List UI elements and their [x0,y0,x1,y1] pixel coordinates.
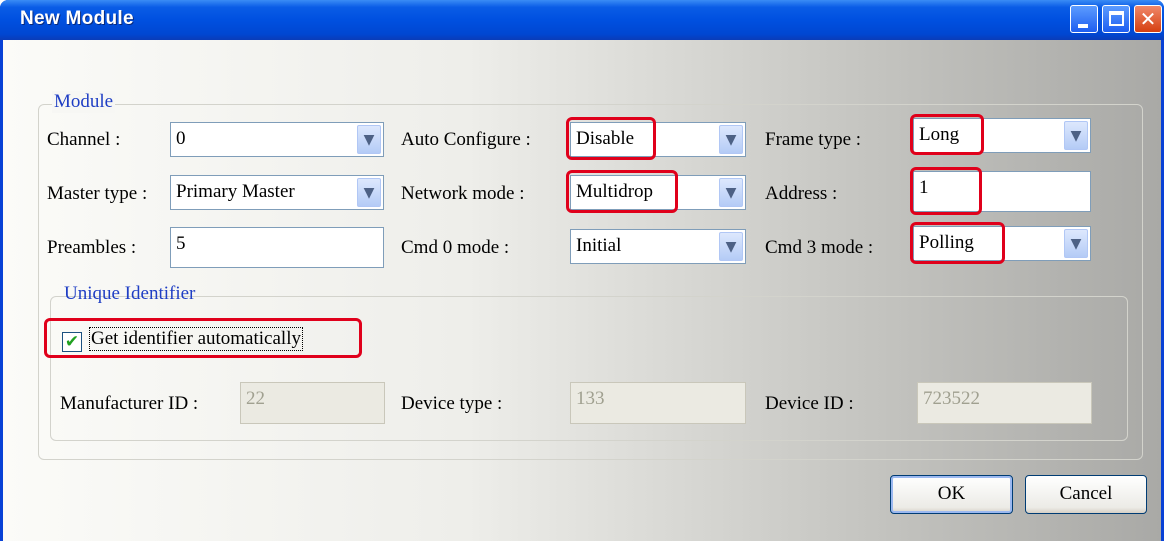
device-id-input[interactable]: 723522 [917,382,1092,424]
check-icon: ✔ [64,332,80,352]
minimize-icon [1078,24,1088,28]
new-module-dialog: New Module ✕ Module Channel : 0 ▼ Auto C… [0,0,1164,541]
cmd0-mode-select[interactable]: Initial ▼ [570,229,746,264]
frame-type-select[interactable]: Long ▼ [913,118,1091,153]
manufacturer-id-label: Manufacturer ID : [60,393,199,414]
preambles-label: Preambles : [47,237,137,258]
close-icon: ✕ [1139,7,1157,31]
chevron-down-icon: ▼ [1070,128,1082,144]
cmd0-mode-value: Initial [576,235,622,256]
cmd3-mode-select[interactable]: Polling ▼ [913,226,1091,261]
maximize-icon [1109,11,1124,26]
cmd3-mode-label: Cmd 3 mode : [765,237,874,258]
frame-type-dropdown-button[interactable]: ▼ [1064,121,1088,150]
cmd3-mode-value: Polling [919,232,974,253]
maximize-button[interactable] [1102,5,1130,33]
chevron-down-icon: ▼ [725,239,737,255]
get-identifier-checkbox[interactable]: ✔ [62,332,82,352]
auto-configure-label: Auto Configure : [401,129,531,150]
device-id-label: Device ID : [765,393,854,414]
device-type-value: 133 [576,388,605,409]
address-value: 1 [919,177,929,198]
chevron-down-icon: ▼ [363,132,375,148]
master-type-dropdown-button[interactable]: ▼ [357,178,381,207]
window-title: New Module [20,8,134,29]
close-button[interactable]: ✕ [1134,5,1162,33]
network-mode-select[interactable]: Multidrop ▼ [570,175,746,210]
get-identifier-label[interactable]: Get identifier automatically [89,327,303,351]
device-id-value: 723522 [923,388,980,409]
chevron-down-icon: ▼ [363,185,375,201]
address-input[interactable]: 1 [913,171,1091,212]
module-group-legend: Module [52,91,116,113]
master-type-label: Master type : [47,183,148,204]
cmd0-mode-dropdown-button[interactable]: ▼ [719,232,743,261]
cancel-button[interactable]: Cancel [1025,475,1147,514]
network-mode-label: Network mode : [401,183,525,204]
channel-dropdown-button[interactable]: ▼ [357,125,381,154]
channel-label: Channel : [47,129,121,150]
identifier-group-legend: Unique Identifier [64,283,196,304]
network-mode-dropdown-button[interactable]: ▼ [719,178,743,207]
chevron-down-icon: ▼ [725,132,737,148]
address-label: Address : [765,183,838,204]
auto-configure-dropdown-button[interactable]: ▼ [719,125,743,154]
auto-configure-value: Disable [576,128,635,149]
chevron-down-icon: ▼ [725,185,737,201]
auto-configure-select[interactable]: Disable ▼ [570,122,746,157]
ok-button[interactable]: OK [890,475,1013,514]
minimize-button[interactable] [1070,5,1098,33]
cmd0-mode-label: Cmd 0 mode : [401,237,510,258]
master-type-select[interactable]: Primary Master ▼ [170,175,384,210]
network-mode-value: Multidrop [576,181,654,202]
preambles-input[interactable]: 5 [170,227,384,268]
title-bar[interactable]: New Module ✕ [0,0,1164,40]
channel-value: 0 [176,128,186,149]
frame-type-label: Frame type : [765,129,862,150]
cmd3-mode-dropdown-button[interactable]: ▼ [1064,229,1088,258]
preambles-value: 5 [176,233,186,254]
manufacturer-id-input[interactable]: 22 [240,382,385,424]
channel-select[interactable]: 0 ▼ [170,122,384,157]
frame-type-value: Long [919,124,960,145]
device-type-label: Device type : [401,393,503,414]
master-type-value: Primary Master [176,181,295,202]
device-type-input[interactable]: 133 [570,382,746,424]
chevron-down-icon: ▼ [1070,236,1082,252]
manufacturer-id-value: 22 [246,388,265,409]
